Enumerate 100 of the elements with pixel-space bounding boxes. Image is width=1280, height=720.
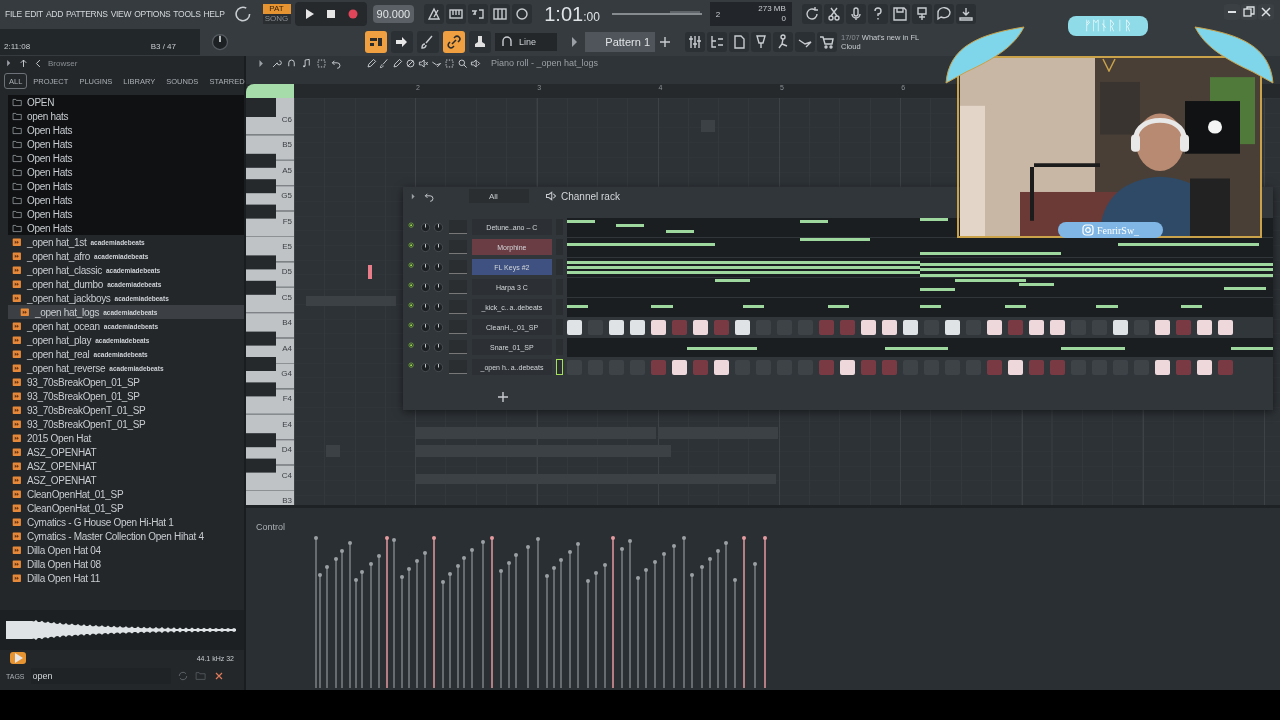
browser-item[interactable]: Open Hats bbox=[8, 151, 244, 165]
mixer-track-slot[interactable] bbox=[449, 360, 467, 374]
step-button[interactable] bbox=[735, 319, 750, 335]
caret-icon[interactable] bbox=[409, 191, 418, 201]
browser-item[interactable]: CleanOpenHat_01_SP bbox=[8, 501, 244, 515]
step-button[interactable] bbox=[714, 359, 729, 375]
menu-item[interactable]: HELP bbox=[203, 9, 225, 19]
snap-dropdown[interactable]: Line bbox=[495, 33, 557, 51]
step-button[interactable] bbox=[1155, 319, 1170, 335]
loop-icon[interactable] bbox=[234, 5, 253, 23]
link-tool[interactable] bbox=[443, 31, 465, 53]
keyboard-button[interactable] bbox=[446, 4, 467, 24]
browser-item[interactable]: Open Hats bbox=[8, 207, 244, 221]
browser-item[interactable]: 93_70sBreakOpen_01_SP bbox=[8, 389, 244, 403]
knob-icon[interactable] bbox=[433, 301, 444, 313]
menu-item[interactable]: PATTERNS bbox=[66, 9, 108, 19]
step-button[interactable] bbox=[903, 319, 918, 335]
pencil-icon[interactable] bbox=[366, 57, 377, 69]
knob-icon[interactable] bbox=[433, 241, 444, 253]
step-button[interactable] bbox=[651, 319, 666, 335]
mixer-button[interactable] bbox=[685, 32, 705, 52]
mixer-track-slot[interactable] bbox=[449, 300, 467, 314]
mode-toggle[interactable]: PAT bbox=[262, 4, 291, 14]
step-button[interactable] bbox=[567, 319, 582, 335]
step-button[interactable] bbox=[861, 319, 876, 335]
speaker-icon[interactable] bbox=[545, 190, 557, 202]
knob-icon[interactable] bbox=[420, 261, 431, 273]
knob-icon[interactable] bbox=[433, 341, 444, 353]
selection-icon[interactable] bbox=[444, 57, 455, 69]
browser-item[interactable]: Dilla Open Hat 08 bbox=[8, 557, 244, 571]
step-button[interactable] bbox=[630, 319, 645, 335]
step-button[interactable] bbox=[1008, 359, 1023, 375]
loop-record-button[interactable] bbox=[512, 4, 533, 24]
menu-item[interactable]: OPTIONS bbox=[134, 9, 171, 19]
knob-icon[interactable] bbox=[420, 281, 431, 293]
save-button[interactable] bbox=[889, 4, 910, 24]
up-arrow-icon[interactable] bbox=[18, 57, 29, 69]
arrow-tool[interactable] bbox=[391, 31, 413, 53]
knob-icon[interactable] bbox=[433, 281, 444, 293]
scissors-button[interactable] bbox=[823, 4, 844, 24]
help-button[interactable] bbox=[867, 4, 888, 24]
note-icon[interactable] bbox=[301, 57, 312, 69]
tempo-display[interactable]: 90.000 bbox=[372, 5, 415, 23]
browser-item[interactable]: 93_70sBreakOpen_01_SP bbox=[8, 375, 244, 389]
browser-item[interactable]: ASZ_OPENHAT bbox=[8, 459, 244, 473]
pencil-icon[interactable] bbox=[392, 57, 403, 69]
mixer-track-slot[interactable] bbox=[449, 340, 467, 354]
browser-item[interactable]: Open Hats bbox=[8, 193, 244, 207]
magnet-icon[interactable] bbox=[286, 57, 297, 69]
browser-item[interactable]: ASZ_OPENHAT bbox=[8, 445, 244, 459]
step-button[interactable] bbox=[693, 319, 708, 335]
playlist-tool[interactable] bbox=[365, 31, 387, 53]
microphone-button[interactable] bbox=[845, 4, 866, 24]
knob-icon[interactable] bbox=[210, 32, 230, 52]
brush-tool[interactable] bbox=[417, 31, 439, 53]
selection-icon[interactable] bbox=[316, 57, 327, 69]
browser-item[interactable]: Dilla Open Hat 04 bbox=[8, 543, 244, 557]
browser-item[interactable]: Open Hats bbox=[8, 137, 244, 151]
browser-item[interactable]: Open Hats bbox=[8, 221, 244, 235]
mixer-track-slot[interactable] bbox=[449, 320, 467, 334]
group-filter[interactable]: All bbox=[469, 189, 529, 203]
browser-item[interactable]: Cymatics - Master Collection Open Hihat 4 bbox=[8, 529, 244, 543]
browser-item[interactable]: OPEN bbox=[8, 95, 244, 109]
pattern-selector[interactable]: Pattern 1 bbox=[585, 32, 655, 52]
mode-toggle[interactable]: SONG bbox=[262, 14, 291, 24]
browser-item[interactable]: CleanOpenHat_01_SP bbox=[8, 487, 244, 501]
mixer-track-slot[interactable] bbox=[449, 220, 467, 234]
mixer-track-slot[interactable] bbox=[449, 280, 467, 294]
menu-item[interactable]: ADD bbox=[45, 9, 63, 19]
stamp-tool[interactable] bbox=[469, 31, 491, 53]
browser-item[interactable]: Open Hats bbox=[8, 123, 244, 137]
metronome-button[interactable] bbox=[424, 4, 445, 24]
step-button[interactable] bbox=[840, 359, 855, 375]
knob-icon[interactable] bbox=[433, 321, 444, 333]
step-button[interactable] bbox=[1050, 319, 1065, 335]
browser-item[interactable]: Dilla Open Hat 11 bbox=[8, 571, 244, 585]
mixer-track-slot[interactable] bbox=[449, 240, 467, 254]
cart-button[interactable] bbox=[817, 32, 837, 52]
knob-icon[interactable] bbox=[420, 321, 431, 333]
step-button[interactable] bbox=[1197, 359, 1212, 375]
brush-icon[interactable] bbox=[379, 57, 390, 69]
menu-item[interactable]: TOOLS bbox=[173, 9, 201, 19]
knob-icon[interactable] bbox=[433, 221, 444, 233]
countdown-button[interactable] bbox=[468, 4, 489, 24]
tags-field[interactable]: open bbox=[30, 668, 171, 684]
restore-button[interactable] bbox=[1241, 4, 1257, 20]
step-button[interactable] bbox=[672, 359, 687, 375]
figure-button[interactable] bbox=[773, 32, 793, 52]
close-button[interactable] bbox=[1258, 4, 1274, 20]
chat-button[interactable] bbox=[933, 4, 954, 24]
knob-icon[interactable] bbox=[420, 241, 431, 253]
mixer-track-slot[interactable] bbox=[449, 260, 467, 274]
menu-item[interactable]: VIEW bbox=[110, 9, 132, 19]
save-as-button[interactable] bbox=[911, 4, 932, 24]
speaker-icon[interactable] bbox=[470, 57, 481, 69]
knob-icon[interactable] bbox=[420, 301, 431, 313]
step-button[interactable] bbox=[1029, 319, 1044, 335]
browser-item[interactable]: Cymatics - G House Open Hi-Hat 1 bbox=[8, 515, 244, 529]
channel-select-indicator[interactable] bbox=[556, 359, 563, 375]
step-button[interactable] bbox=[987, 319, 1002, 335]
